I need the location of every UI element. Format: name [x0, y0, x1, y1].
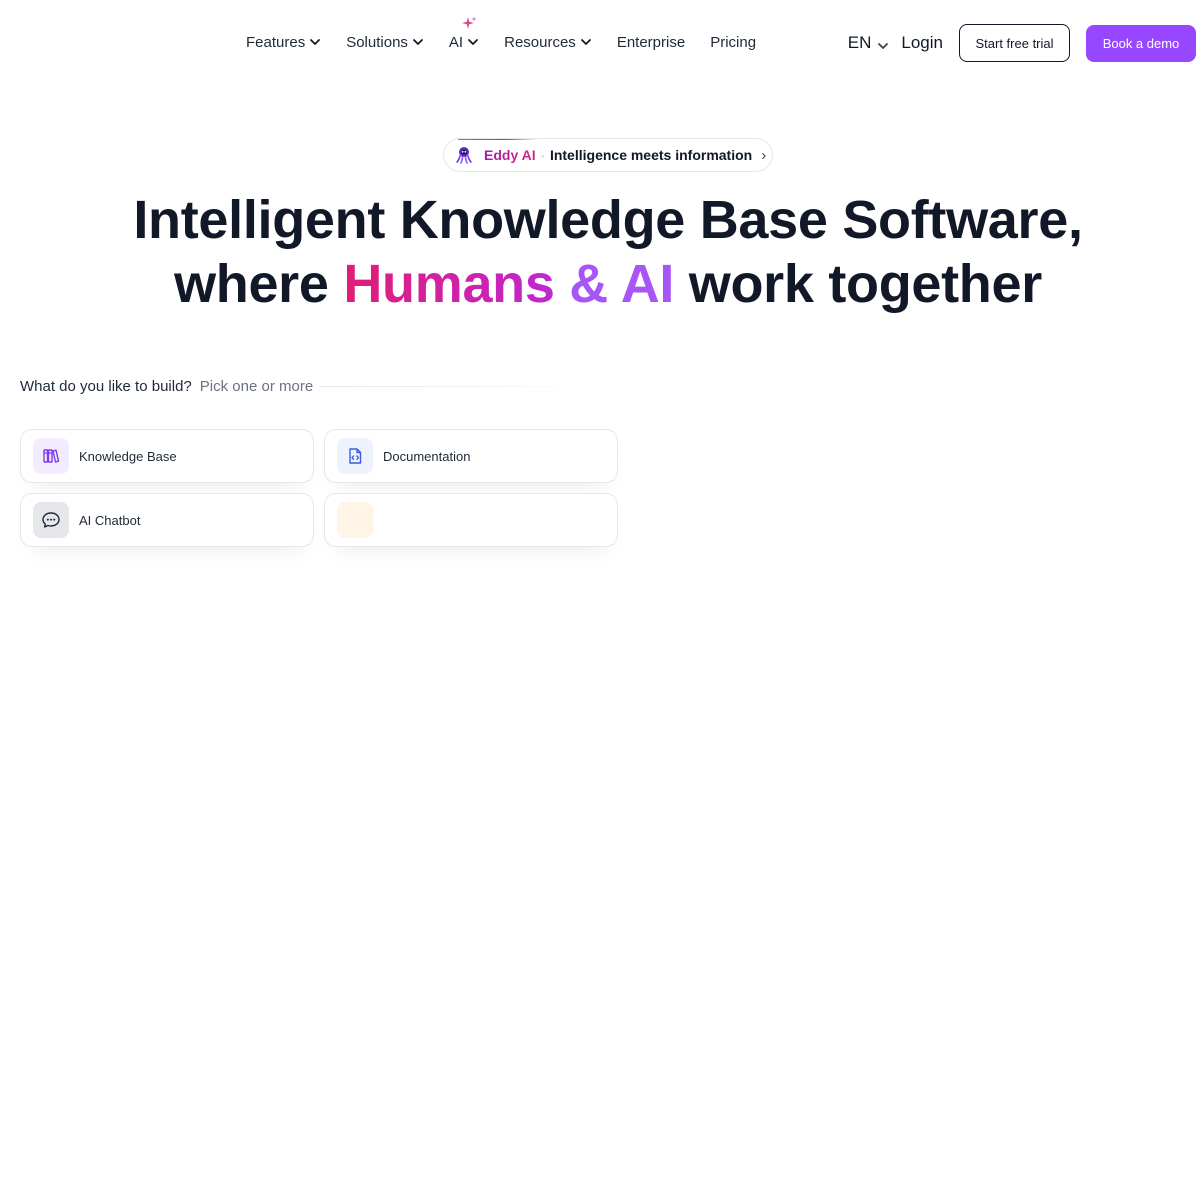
hero-highlight-humans: Humans — [343, 254, 555, 314]
chevron-down-icon — [467, 36, 479, 48]
badge-text: Intelligence meets information — [549, 147, 753, 163]
option-label: Documentation — [383, 448, 471, 464]
nav-actions: EN Login Start free trial Book a demo — [848, 24, 1196, 62]
nav-links: Features Solutions AI Resources Enterpri… — [246, 16, 781, 52]
start-free-trial-button[interactable]: Start free trial — [959, 24, 1070, 62]
hero-line-2-prefix: where — [174, 254, 344, 314]
sparkle-icon — [461, 16, 477, 32]
option-knowledge-base[interactable]: Knowledge Base — [20, 429, 314, 483]
login-link[interactable]: Login — [901, 33, 943, 53]
option-label: AI Chatbot — [79, 512, 141, 528]
nav-item-label: AI — [448, 33, 464, 51]
nav-item-label: Solutions — [346, 33, 408, 51]
divider-line — [320, 386, 581, 387]
option-unlabeled[interactable] — [324, 493, 618, 547]
eddy-ai-announcement-badge[interactable]: Eddy AI · Intelligence meets information… — [443, 138, 773, 172]
chevron-down-icon — [412, 36, 424, 48]
hero-headline: Intelligent Knowledge Base Software, whe… — [0, 188, 1200, 316]
language-label: EN — [847, 33, 872, 52]
chevron-down-icon — [877, 37, 889, 49]
books-icon — [33, 438, 69, 474]
badge-separator: · — [540, 147, 545, 163]
nav-item-pricing[interactable]: Pricing — [710, 32, 756, 52]
chat-bubble-icon — [33, 502, 69, 538]
build-picker-prompt: What do you like to build? Pick one or m… — [20, 378, 581, 395]
hero-highlight-ai: & AI — [569, 254, 675, 314]
top-navigation: Features Solutions AI Resources Enterpri… — [0, 0, 1200, 86]
language-selector[interactable]: EN — [848, 33, 890, 53]
nav-item-solutions[interactable]: Solutions — [346, 32, 424, 52]
option-ai-chatbot[interactable]: AI Chatbot — [20, 493, 314, 547]
nav-item-enterprise[interactable]: Enterprise — [617, 32, 685, 52]
build-question: What do you like to build? — [20, 378, 192, 395]
code-document-icon — [337, 438, 373, 474]
chevron-down-icon — [309, 36, 321, 48]
chevron-right-icon: › — [761, 146, 767, 164]
octopus-mascot-icon — [454, 145, 474, 165]
nav-item-label: Resources — [504, 33, 576, 51]
badge-brand: Eddy AI — [484, 147, 536, 163]
nav-item-ai[interactable]: AI — [448, 16, 479, 52]
nav-item-label: Features — [246, 33, 306, 51]
build-hint: Pick one or more — [199, 378, 314, 395]
hero: Intelligent Knowledge Base Software, whe… — [0, 188, 1200, 316]
nav-item-label: Pricing — [710, 33, 757, 51]
nav-item-label: Enterprise — [616, 33, 686, 51]
nav-item-resources[interactable]: Resources — [504, 32, 592, 52]
hero-line-2-suffix: work together — [674, 254, 1042, 314]
book-demo-button[interactable]: Book a demo — [1086, 24, 1196, 62]
hero-line-1: Intelligent Knowledge Base Software, — [133, 190, 1083, 250]
blank-icon — [337, 502, 373, 538]
nav-item-features[interactable]: Features — [246, 32, 321, 52]
option-documentation[interactable]: Documentation — [324, 429, 618, 483]
option-label: Knowledge Base — [79, 448, 177, 464]
chevron-down-icon — [580, 36, 592, 48]
